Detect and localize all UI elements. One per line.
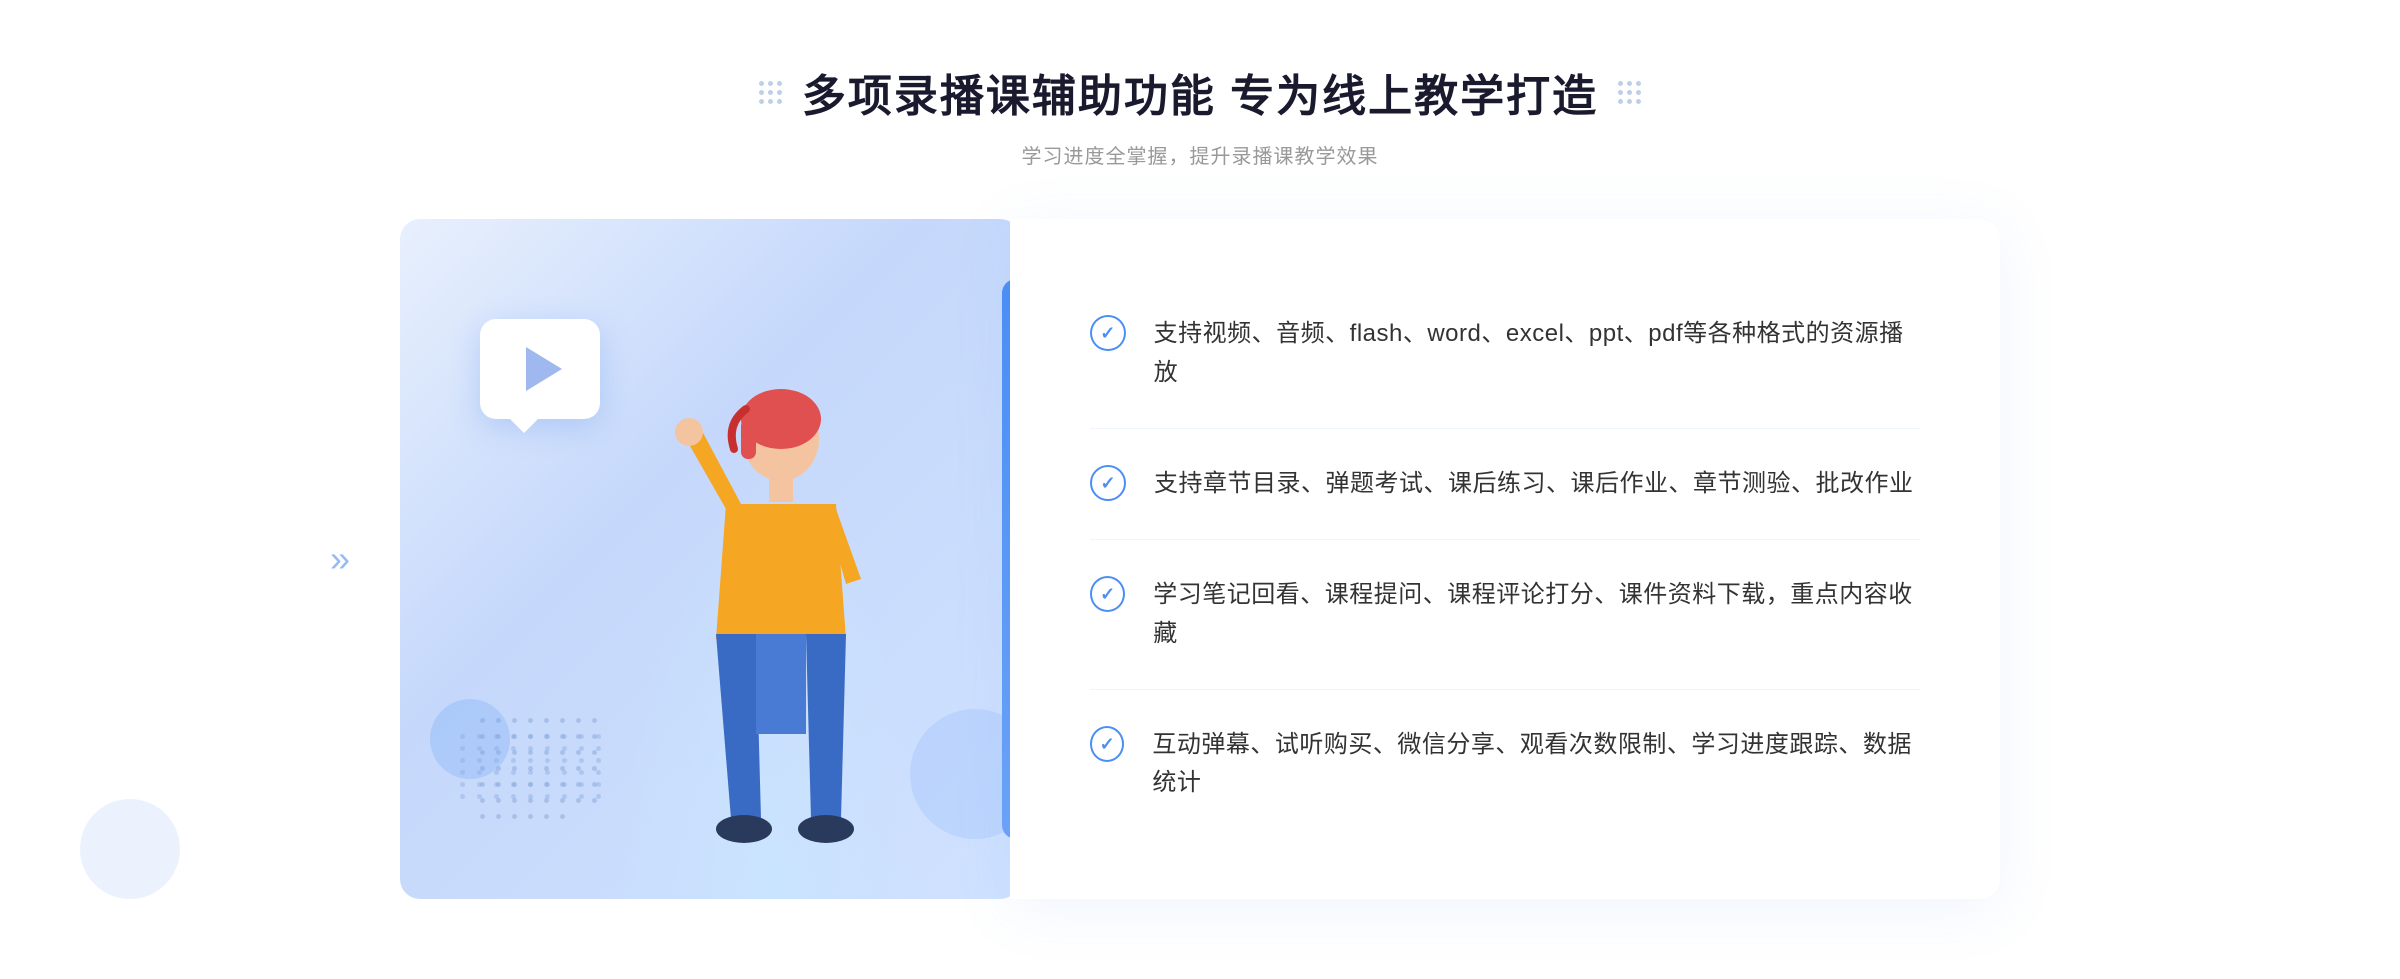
check-icon-3: ✓: [1100, 585, 1115, 603]
check-circle-3: ✓: [1090, 576, 1125, 612]
feature-item-4: ✓ 互动弹幕、试听购买、微信分享、观看次数限制、学习进度跟踪、数据统计: [1090, 690, 1920, 839]
chevron-icon: »: [330, 538, 350, 580]
left-decorator-dots: [759, 81, 782, 104]
check-icon-1: ✓: [1100, 324, 1115, 342]
feature-text-3: 学习笔记回看、课程提问、课程评论打分、课件资料下载，重点内容收藏: [1153, 576, 1920, 653]
dot-grid-overlay: // static dots via HTML: [460, 734, 606, 799]
feature-item-3: ✓ 学习笔记回看、课程提问、课程评论打分、课件资料下载，重点内容收藏: [1090, 540, 1920, 690]
content-section: » // Generate dots inline: [400, 219, 2000, 899]
feature-item-2: ✓ 支持章节目录、弹题考试、课后练习、课后作业、章节测验、批改作业: [1090, 429, 1920, 540]
feature-text-1: 支持视频、音频、flash、word、excel、ppt、pdf等各种格式的资源…: [1154, 315, 1920, 392]
header-section: 多项录播课辅助功能 专为线上教学打造 学习进度全: [759, 60, 1641, 169]
feature-item-1: ✓ 支持视频、音频、flash、word、excel、ppt、pdf等各种格式的…: [1090, 279, 1920, 429]
check-circle-1: ✓: [1090, 315, 1126, 351]
check-circle-2: ✓: [1090, 465, 1126, 501]
play-bubble: [480, 319, 600, 419]
header-decorators: 多项录播课辅助功能 专为线上教学打造: [759, 60, 1641, 124]
subtitle: 学习进度全掌握，提升录播课教学效果: [759, 140, 1641, 169]
right-decorator-dots: [1618, 81, 1641, 104]
person-illustration: [626, 339, 906, 899]
features-panel: ✓ 支持视频、音频、flash、word、excel、ppt、pdf等各种格式的…: [1010, 219, 2000, 899]
page-container: 多项录播课辅助功能 专为线上教学打造 学习进度全: [0, 0, 2400, 979]
check-circle-4: ✓: [1090, 726, 1124, 762]
feature-text-2: 支持章节目录、弹题考试、课后练习、课后作业、章节测验、批改作业: [1154, 465, 1914, 503]
page-circle-decoration: [80, 799, 180, 899]
main-title: 多项录播课辅助功能 专为线上教学打造: [802, 60, 1598, 124]
feature-text-4: 互动弹幕、试听购买、微信分享、观看次数限制、学习进度跟踪、数据统计: [1152, 726, 1920, 803]
play-icon: [526, 347, 562, 391]
check-icon-2: ✓: [1100, 474, 1115, 492]
left-arrows-decoration: »: [330, 538, 350, 580]
check-icon-4: ✓: [1100, 735, 1115, 753]
illustration-area: // Generate dots inline: [400, 219, 1020, 899]
